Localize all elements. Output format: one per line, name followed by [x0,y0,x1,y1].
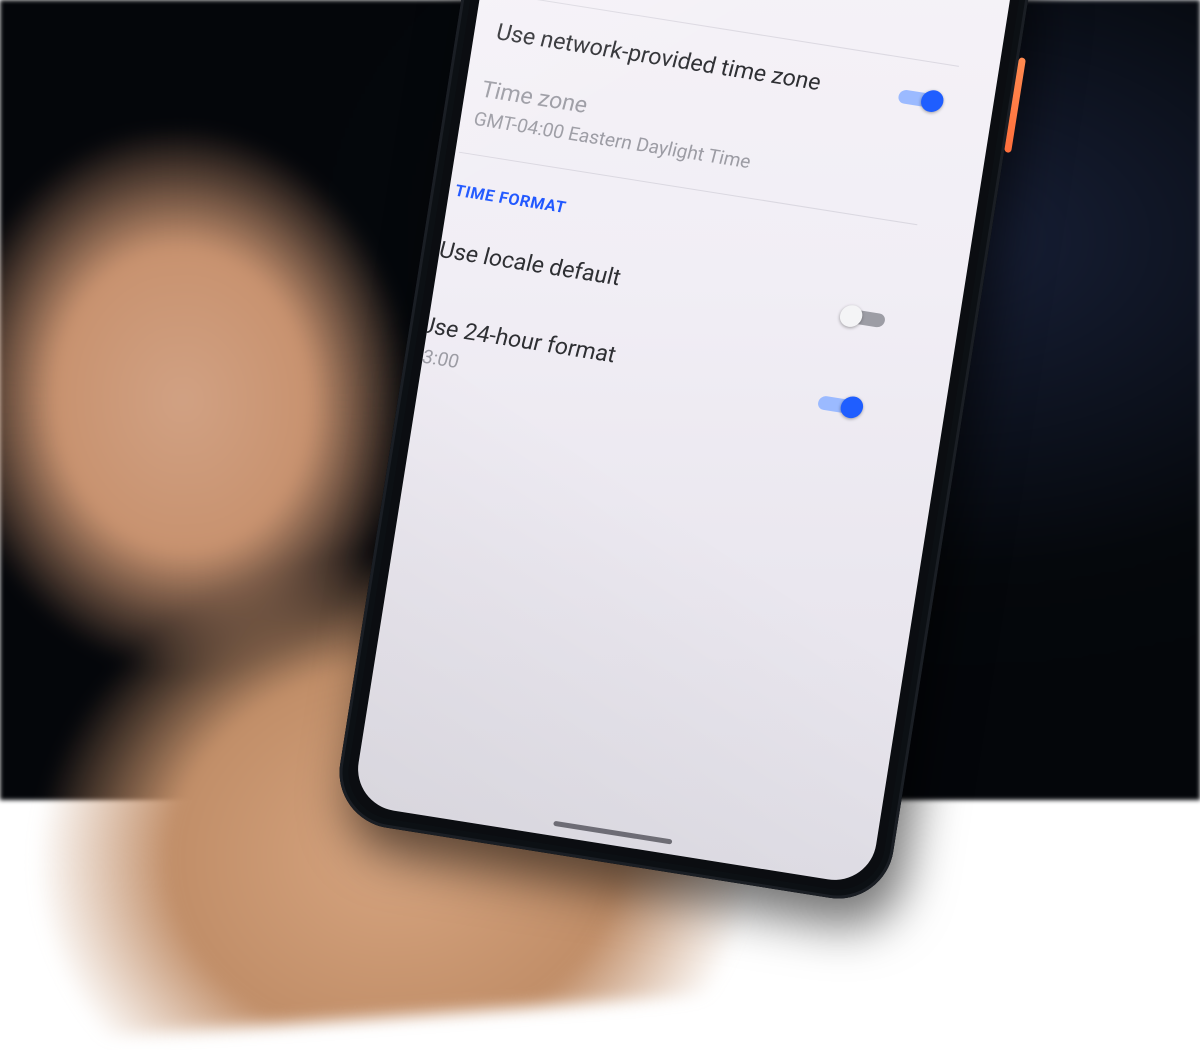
twentyfour-toggle[interactable] [814,389,866,421]
locale-default-toggle[interactable] [837,301,889,333]
network-tz-toggle[interactable] [894,83,946,115]
locale-default-label: Use locale default [436,236,624,293]
